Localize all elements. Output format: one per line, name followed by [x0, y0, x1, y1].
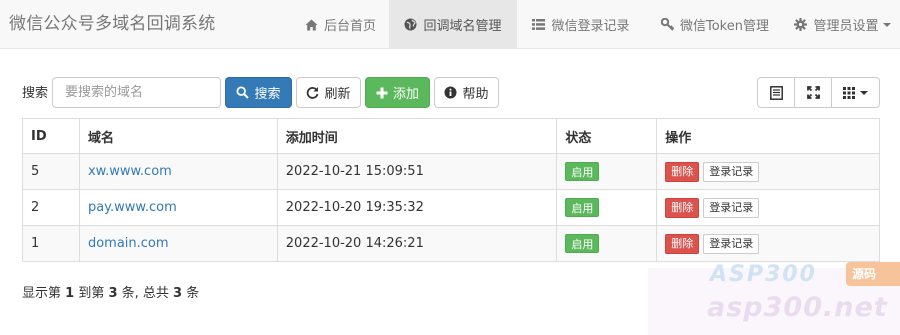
delete-button[interactable]: 删除 [665, 161, 700, 182]
nav-item-token-management[interactable]: 微信Token管理 [645, 0, 785, 49]
refresh-button-label: 刷新 [324, 87, 351, 102]
cell-id: 5 [22, 153, 80, 190]
top-navbar: 微信公众号多域名回调系统 后台首页 回调域名管理 微信登录记录 微信Token管… [0, 0, 900, 49]
cell-id: 2 [22, 189, 80, 226]
column-header-status[interactable]: 状态 [556, 118, 658, 154]
cell-added-time: 2022-10-21 15:09:51 [276, 153, 558, 190]
column-header-actions: 操作 [656, 118, 880, 154]
chevron-down-icon [860, 90, 868, 95]
nav-item-label: 回调域名管理 [423, 19, 502, 34]
nav-item-label: 后台首页 [323, 19, 376, 34]
columns-dropdown-button[interactable] [832, 78, 879, 107]
nav-item-home[interactable]: 后台首页 [292, 0, 389, 49]
cell-added-time: 2022-10-20 14:26:21 [276, 225, 558, 262]
info-icon [444, 86, 457, 99]
domain-link[interactable]: domain.com [88, 236, 169, 251]
search-label: 搜索 [22, 86, 49, 101]
add-button[interactable]: 添加 [365, 77, 430, 108]
search-icon [236, 86, 250, 99]
pagination-text: 条, 总共 [117, 286, 174, 301]
columns-grid-icon [843, 86, 855, 99]
search-button-label: 搜索 [254, 87, 281, 102]
pagination-total: 3 [173, 286, 183, 301]
cell-actions: 删除 登录记录 [656, 225, 880, 262]
delete-button[interactable]: 删除 [665, 197, 700, 218]
table-view-toolbar [757, 77, 880, 108]
delete-button[interactable]: 删除 [665, 233, 700, 254]
fullscreen-icon [806, 86, 820, 99]
plus-icon [376, 87, 388, 98]
cell-actions: 删除 登录记录 [656, 153, 880, 190]
pagination-from: 1 [65, 286, 75, 301]
list-icon [532, 19, 546, 30]
nav-item-domain-management[interactable]: 回调域名管理 [389, 0, 517, 49]
domain-table: ID 域名 添加时间 状态 操作 5 xw.www.com 2022-10-21… [22, 118, 880, 262]
login-records-button[interactable]: 登录记录 [703, 233, 760, 254]
watermark-badge: 源码 [846, 262, 900, 286]
watermark-url-text: asp300.net [707, 292, 888, 323]
help-button[interactable]: 帮助 [434, 77, 499, 108]
cell-status: 启用 [556, 189, 658, 226]
pagination-text: 条 [182, 286, 200, 301]
refresh-button[interactable]: 刷新 [296, 77, 361, 108]
pagination-info: 显示第 1 到第 3 条, 总共 3 条 [22, 282, 199, 301]
brand-title[interactable]: 微信公众号多域名回调系统 [9, 0, 215, 49]
pagination-text: 到第 [74, 286, 109, 301]
add-button-label: 添加 [392, 87, 419, 102]
help-button-label: 帮助 [462, 87, 489, 102]
pagination-text: 显示第 [22, 286, 66, 301]
column-header-domain[interactable]: 域名 [78, 118, 278, 154]
cell-domain: xw.www.com [78, 153, 278, 190]
table-header-row: ID 域名 添加时间 状态 操作 [22, 118, 880, 154]
pagination-to: 3 [108, 286, 118, 301]
search-button[interactable]: 搜索 [225, 77, 292, 108]
status-badge[interactable]: 启用 [565, 198, 600, 217]
table-row: 2 pay.www.com 2022-10-20 19:35:32 启用 删除登… [22, 189, 880, 226]
nav-item-label: 微信Token管理 [680, 19, 769, 34]
column-header-id[interactable]: ID [22, 118, 80, 154]
status-badge[interactable]: 启用 [565, 162, 600, 181]
nav-item-label: 微信登录记录 [551, 19, 630, 34]
table-row: 1 domain.com 2022-10-20 14:26:21 启用 删除 登录… [22, 225, 880, 262]
nav-item-label: 管理员设置 [813, 19, 879, 34]
cell-actions: 删除 登录记录 [656, 189, 880, 226]
cell-status: 启用 [556, 225, 658, 262]
chevron-down-icon [882, 22, 891, 27]
cell-domain: domain.com [78, 225, 278, 262]
cell-status: 启用 [556, 153, 658, 190]
status-badge[interactable]: 启用 [565, 234, 600, 253]
login-records-button[interactable]: 登录记录 [703, 161, 760, 182]
fullscreen-button[interactable] [795, 78, 832, 107]
nav-item-admin-settings[interactable]: 管理员设置 [785, 0, 900, 49]
list-view-icon [769, 85, 783, 100]
watermark-logo-text: ASP300 [710, 262, 817, 287]
column-header-added-time[interactable]: 添加时间 [276, 118, 558, 154]
nav-item-login-records[interactable]: 微信登录记录 [517, 0, 645, 49]
cell-added-time: 2022-10-20 19:35:32 [276, 189, 558, 226]
domain-link[interactable]: xw.www.com [88, 164, 172, 179]
login-records-button[interactable]: 登录记录 [703, 197, 760, 218]
table-row: 5 xw.www.com 2022-10-21 15:09:51 启用 删除 登录… [22, 153, 880, 190]
cell-id: 1 [22, 225, 80, 262]
cell-domain: pay.www.com [78, 189, 278, 226]
domain-link[interactable]: pay.www.com [88, 200, 177, 215]
search-input[interactable] [52, 77, 221, 108]
home-icon [305, 19, 318, 30]
toggle-view-button[interactable] [758, 78, 795, 107]
key-icon [661, 18, 674, 31]
globe-icon [404, 18, 417, 31]
gear-icon [794, 18, 808, 31]
refresh-icon [307, 87, 319, 99]
